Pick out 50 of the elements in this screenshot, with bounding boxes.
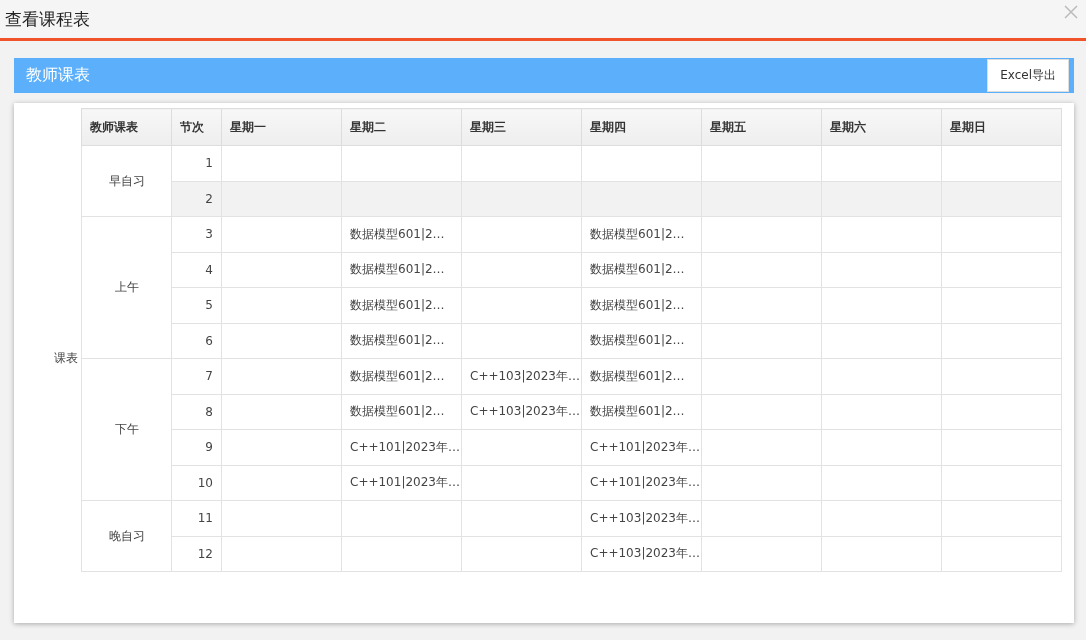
course-cell[interactable]: C++101|2023年… <box>341 429 462 465</box>
course-cell[interactable]: 数据模型601|2… <box>581 358 702 394</box>
period-number: 7 <box>171 358 222 394</box>
period-number: 2 <box>171 181 222 217</box>
course-cell[interactable]: C++103|2023年… <box>461 358 582 394</box>
course-cell[interactable]: 数据模型601|2… <box>341 252 462 288</box>
course-cell[interactable]: 数据模型601|2… <box>341 287 462 323</box>
course-cell[interactable]: 数据模型601|2… <box>581 216 702 252</box>
session-cell: 晚自习 <box>81 500 172 572</box>
period-number: 8 <box>171 394 222 430</box>
column-header: 星期日 <box>941 108 1062 146</box>
period-number: 9 <box>171 429 222 465</box>
period-number: 3 <box>171 216 222 252</box>
course-cell[interactable]: C++103|2023年… <box>581 500 702 536</box>
course-cell[interactable]: 数据模型601|2… <box>581 287 702 323</box>
side-label: 课表 <box>54 349 79 367</box>
column-header: 星期一 <box>221 108 342 146</box>
column-header: 星期三 <box>461 108 582 146</box>
panel-title: 教师课表 <box>26 65 90 86</box>
period-number: 4 <box>171 252 222 288</box>
period-number: 11 <box>171 500 222 536</box>
course-cell[interactable]: 数据模型601|2… <box>581 394 702 430</box>
course-cell[interactable]: 数据模型601|2… <box>581 323 702 359</box>
course-cell[interactable]: C++101|2023年… <box>581 429 702 465</box>
course-cell[interactable]: C++101|2023年… <box>581 465 702 501</box>
session-cell: 上午 <box>81 216 172 359</box>
export-button[interactable]: Excel导出 <box>987 59 1069 92</box>
session-cell: 下午 <box>81 358 172 501</box>
course-cell[interactable]: 数据模型601|2… <box>341 216 462 252</box>
course-cell[interactable]: 数据模型601|2… <box>341 323 462 359</box>
course-cell[interactable]: 数据模型601|2… <box>581 252 702 288</box>
course-cell[interactable]: C++101|2023年… <box>341 465 462 501</box>
session-cell: 早自习 <box>81 145 172 217</box>
course-cell[interactable]: 数据模型601|2… <box>341 358 462 394</box>
column-header: 星期四 <box>581 108 702 146</box>
column-header: 星期六 <box>821 108 942 146</box>
course-cell[interactable]: 数据模型601|2… <box>341 394 462 430</box>
column-header: 星期二 <box>341 108 462 146</box>
column-header: 节次 <box>171 108 222 146</box>
close-icon[interactable] <box>1064 5 1078 19</box>
column-header: 星期五 <box>701 108 822 146</box>
course-cell[interactable]: C++103|2023年… <box>581 536 702 572</box>
period-number: 12 <box>171 536 222 572</box>
dialog-title: 查看课程表 <box>5 7 90 31</box>
period-number: 6 <box>171 323 222 359</box>
column-header: 教师课表 <box>81 108 172 146</box>
period-number: 10 <box>171 465 222 501</box>
period-number: 5 <box>171 287 222 323</box>
period-number: 1 <box>171 145 222 181</box>
course-cell[interactable]: C++103|2023年… <box>461 394 582 430</box>
